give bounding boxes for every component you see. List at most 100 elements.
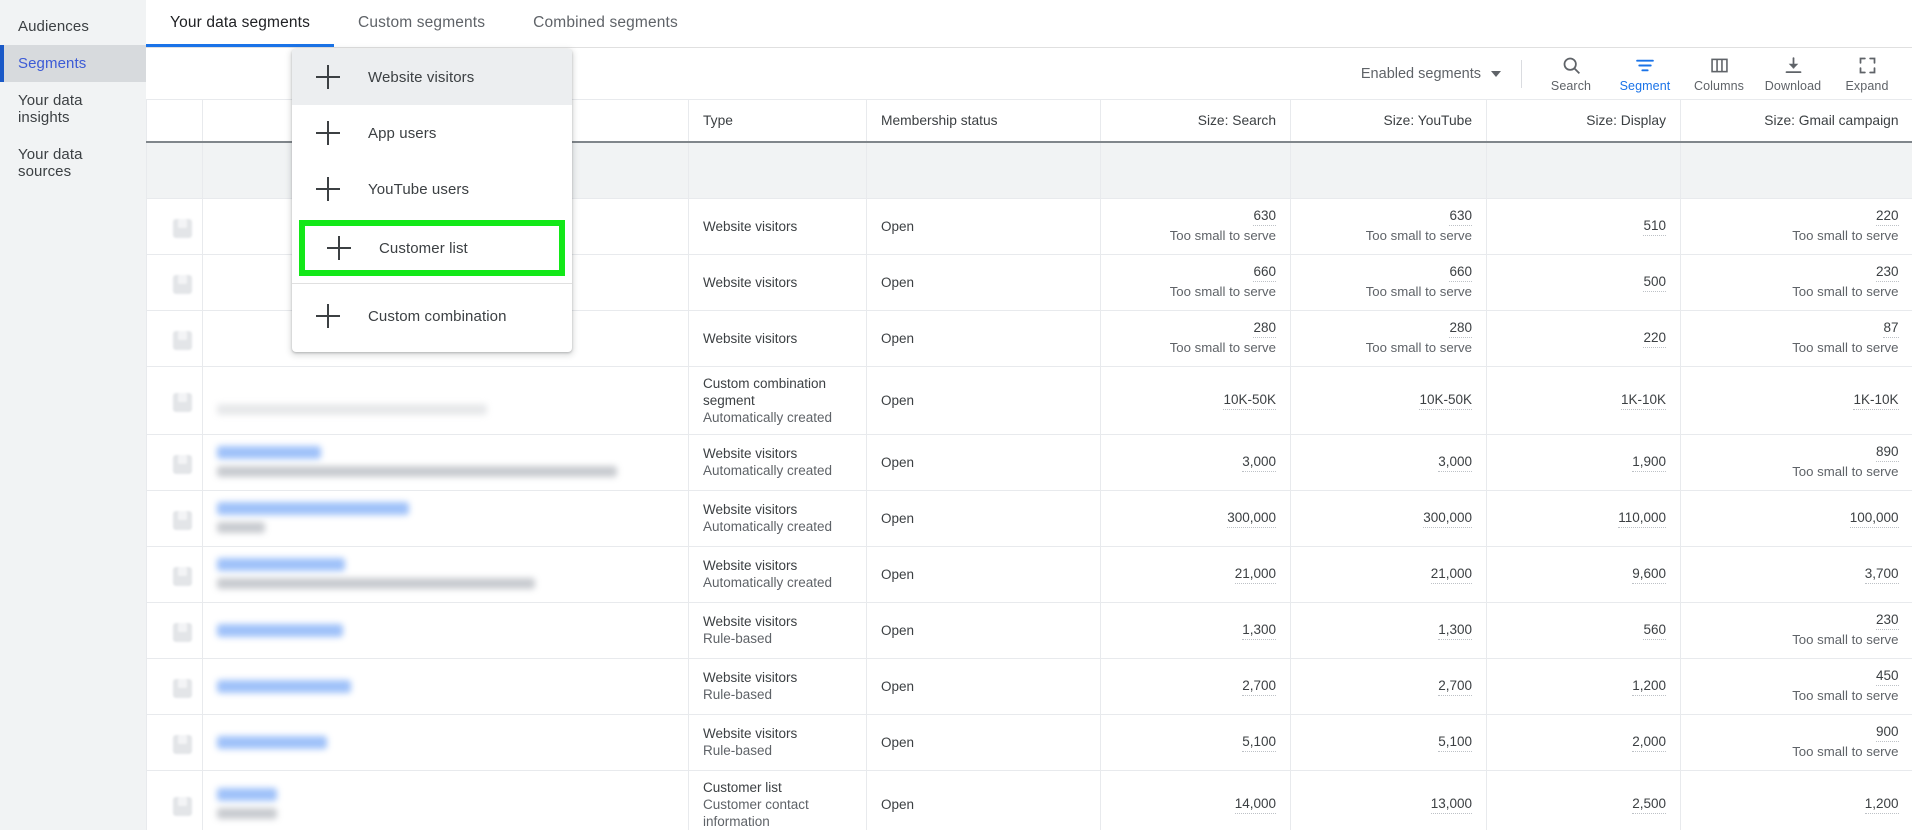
- search-button[interactable]: Search: [1534, 53, 1608, 95]
- cell-size-display-value: 1,900: [1632, 453, 1666, 472]
- cell-type-value: Website visitors: [703, 558, 798, 573]
- sidebar-item-your-data-sources[interactable]: Your data sources: [0, 136, 146, 190]
- menu-item-customer-list[interactable]: Customer list: [299, 220, 565, 276]
- table-row[interactable]: Custom combination segment Automatically …: [146, 366, 1912, 435]
- row-checkbox-cell[interactable]: [146, 366, 203, 435]
- row-checkbox[interactable]: [173, 331, 192, 350]
- row-checkbox-cell[interactable]: [146, 658, 203, 715]
- segment-name-cell[interactable]: [202, 714, 689, 771]
- segment-name-link[interactable]: [217, 735, 327, 749]
- segment-name-link[interactable]: [217, 445, 321, 459]
- table-row[interactable]: Website visitors Rule-based Open 1,300 1,300…: [146, 602, 1912, 659]
- expand-icon: [1857, 55, 1878, 77]
- column-header-size-youtube[interactable]: Size: YouTube: [1290, 100, 1487, 143]
- segment-name-cell[interactable]: [202, 658, 689, 715]
- segment-name-cell[interactable]: [202, 434, 689, 491]
- cell-size-search: 660 Too small to serve: [1100, 254, 1291, 311]
- segment-name-link[interactable]: [217, 679, 351, 693]
- segment-button[interactable]: Segment: [1608, 53, 1682, 95]
- cell-type-note: Rule-based: [703, 743, 773, 758]
- sidebar-item-segments[interactable]: Segments: [0, 45, 146, 82]
- tab-your-data-segments[interactable]: Your data segments: [146, 0, 334, 47]
- segment-name-link[interactable]: [217, 557, 345, 571]
- column-header-type[interactable]: Type: [688, 100, 867, 143]
- row-checkbox[interactable]: [173, 511, 192, 530]
- cell-size-gmail: 230 Too small to serve: [1680, 602, 1912, 659]
- row-checkbox-cell[interactable]: [146, 770, 203, 830]
- enabled-segments-filter[interactable]: Enabled segments: [1351, 60, 1511, 88]
- menu-item-app-users[interactable]: App users: [292, 105, 572, 161]
- tab-label: Custom segments: [358, 14, 486, 31]
- segment-name-link[interactable]: [217, 623, 343, 637]
- menu-item-youtube-users[interactable]: YouTube users: [292, 161, 572, 217]
- row-checkbox[interactable]: [173, 393, 192, 412]
- table-row[interactable]: Website visitors Automatically created Ope…: [146, 490, 1912, 547]
- row-checkbox-cell[interactable]: [146, 490, 203, 547]
- segment-name-cell[interactable]: [202, 546, 689, 603]
- row-checkbox-cell[interactable]: [146, 198, 203, 255]
- segment-name-cell[interactable]: [202, 490, 689, 547]
- cell-membership-status-value: Open: [881, 678, 915, 694]
- cell-type-value: Website visitors: [703, 274, 798, 290]
- column-header-membership-status[interactable]: Membership status: [866, 100, 1101, 143]
- cell-size-display: 2,500: [1486, 770, 1681, 830]
- segment-name-link[interactable]: [217, 787, 277, 801]
- cell-size-gmail: 1K-10K: [1680, 366, 1912, 435]
- plus-icon: [316, 177, 340, 201]
- tab-combined-segments[interactable]: Combined segments: [509, 0, 702, 47]
- menu-item-website-visitors[interactable]: Website visitors: [292, 49, 572, 105]
- row-checkbox[interactable]: [173, 567, 192, 586]
- column-header-size-display[interactable]: Size: Display: [1486, 100, 1681, 143]
- column-header-size-search[interactable]: Size: Search: [1100, 100, 1291, 143]
- row-checkbox-cell[interactable]: [146, 714, 203, 771]
- row-checkbox[interactable]: [173, 797, 192, 816]
- segment-name-cell[interactable]: [202, 602, 689, 659]
- column-header-size-gmail[interactable]: Size: Gmail campaign: [1680, 100, 1912, 143]
- row-checkbox-cell[interactable]: [146, 310, 203, 367]
- row-checkbox[interactable]: [173, 623, 192, 642]
- cell-size-gmail-value: 230: [1875, 611, 1899, 630]
- cell-type-value: Website visitors: [703, 218, 798, 234]
- add-segment-menu[interactable]: Website visitors App users YouTube users…: [292, 49, 572, 352]
- cell-type: Website visitors Rule-based: [688, 658, 867, 715]
- table-row[interactable]: Website visitors Automatically created Ope…: [146, 434, 1912, 491]
- row-checkbox-cell[interactable]: [146, 254, 203, 311]
- segment-name-link[interactable]: [217, 501, 409, 515]
- cell-size-display: 1,200: [1486, 658, 1681, 715]
- enabled-segments-filter-label: Enabled segments: [1360, 65, 1481, 82]
- segment-name-cell[interactable]: [202, 366, 689, 435]
- row-checkbox[interactable]: [173, 275, 192, 294]
- cell-size-youtube-note: Too small to serve: [1365, 228, 1472, 243]
- cell-type: Website visitors Rule-based: [688, 714, 867, 771]
- table-row[interactable]: Customer list Customer contact informatio…: [146, 770, 1912, 830]
- row-checkbox[interactable]: [173, 219, 192, 238]
- main-content: Your data segments Custom segments Combi…: [146, 0, 1912, 830]
- cell-size-display: 1,900: [1486, 434, 1681, 491]
- table-row[interactable]: Website visitors Rule-based Open 5,100 5,100…: [146, 714, 1912, 771]
- cell-type-value: Website visitors: [703, 726, 798, 741]
- cell-membership-status: Open: [866, 658, 1101, 715]
- row-checkbox[interactable]: [173, 455, 192, 474]
- row-checkbox[interactable]: [173, 679, 192, 698]
- menu-item-custom-combination[interactable]: Custom combination: [292, 288, 572, 344]
- row-checkbox-cell[interactable]: [146, 602, 203, 659]
- cell-size-youtube-value: 1,300: [1438, 621, 1472, 640]
- table-row[interactable]: Website visitors Rule-based Open 2,700 2,700…: [146, 658, 1912, 715]
- cell-membership-status: Open: [866, 714, 1101, 771]
- cell-membership-status: Open: [866, 770, 1101, 830]
- column-header-select-all[interactable]: [146, 100, 203, 143]
- download-button[interactable]: Download: [1756, 53, 1830, 95]
- sidebar-item-your-data-insights[interactable]: Your data insights: [0, 82, 146, 136]
- columns-button[interactable]: Columns: [1682, 53, 1756, 95]
- row-checkbox[interactable]: [173, 735, 192, 754]
- table-row[interactable]: Website visitors Automatically created Ope…: [146, 546, 1912, 603]
- cell-size-gmail-value: 450: [1875, 667, 1899, 686]
- row-checkbox-cell[interactable]: [146, 546, 203, 603]
- cell-type: Website visitors Automatically created: [688, 490, 867, 547]
- expand-button[interactable]: Expand: [1830, 53, 1904, 95]
- sidebar-item-audiences[interactable]: Audiences: [0, 8, 146, 45]
- row-checkbox-cell[interactable]: [146, 434, 203, 491]
- tab-custom-segments[interactable]: Custom segments: [334, 0, 509, 47]
- segment-name-cell[interactable]: [202, 770, 689, 830]
- plus-icon: [316, 65, 340, 89]
